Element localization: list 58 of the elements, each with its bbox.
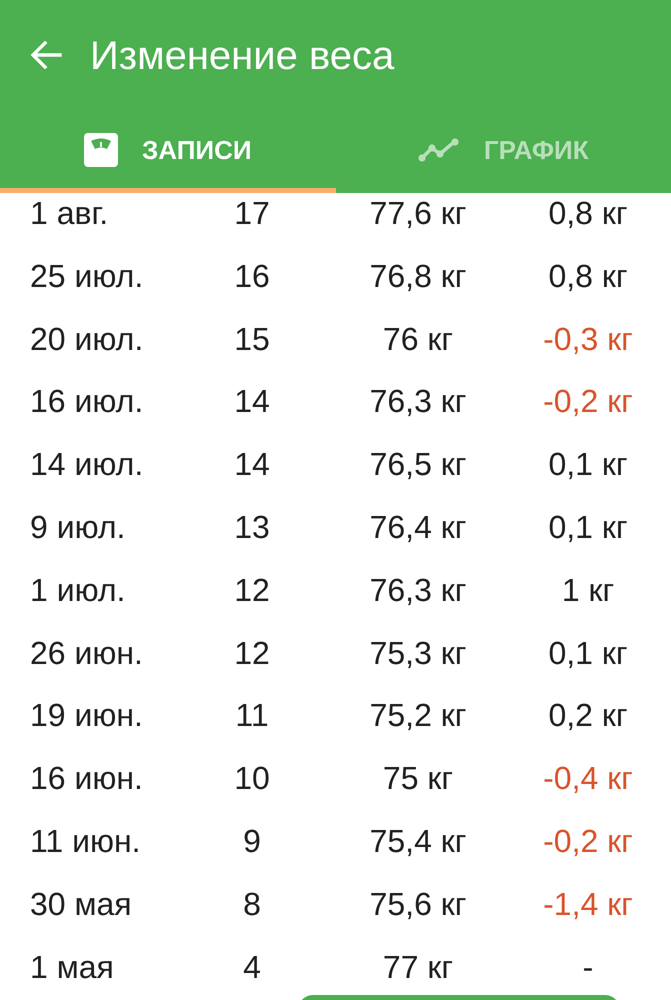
count-text: 12 [234, 572, 270, 607]
change-text: -0,2 кг [543, 384, 633, 418]
count-text: 16 [234, 258, 270, 293]
change-text: -0,2 кг [543, 824, 633, 858]
date-text: 20 июл. [30, 322, 144, 356]
count-text: 10 [234, 761, 270, 796]
count-text: 4 [243, 950, 261, 984]
date-text: 26 июн. [30, 636, 143, 670]
date-text: 30 мая [30, 886, 132, 921]
change-text: -1,4 кг [543, 886, 633, 921]
change-text: 0,8 кг [548, 258, 628, 293]
date-text: 25 июл. [30, 258, 144, 293]
weight-text: 75,4 кг [370, 824, 466, 858]
weight-text: 75,3 кг [370, 636, 466, 670]
scale-icon [84, 133, 118, 167]
weight-text: 75 кг [382, 761, 454, 796]
change-text: -0,4 кг [543, 761, 633, 796]
change-text: 0,8 кг [548, 196, 628, 230]
count-text: 17 [234, 196, 270, 230]
change-text: 0,1 кг [548, 510, 628, 544]
date-text: 16 июн. [30, 761, 143, 796]
line-chart-icon [418, 138, 460, 162]
weight-text: 75,6 кг [370, 886, 466, 921]
date-text: 1 мая [30, 950, 114, 984]
screen-title: Изменение веса [90, 33, 394, 79]
date-text: 16 июл. [30, 384, 144, 418]
count-text: 9 [243, 824, 261, 858]
date-text: 9 июл. [30, 510, 126, 544]
weight-text: 76,3 кг [370, 572, 466, 607]
count-text: 13 [234, 510, 270, 544]
weight-text: 77 кг [382, 950, 454, 984]
change-text: 1 кг [562, 572, 614, 607]
tab[interactable]: ЗАПИСИ [0, 110, 336, 193]
weight-text: 76 кг [382, 322, 454, 356]
count-text: 8 [243, 886, 261, 921]
weight-text: 75,2 кг [370, 698, 466, 732]
count-text: 15 [234, 322, 270, 356]
count-text: 11 [235, 698, 269, 732]
back-arrow-icon[interactable] [30, 41, 62, 69]
date-text: 14 июл. [30, 447, 144, 482]
change-text: -0,3 кг [543, 322, 633, 356]
change-text: 0,2 кг [548, 698, 628, 732]
weight-text: 76,3 кг [370, 384, 466, 418]
count-text: 14 [234, 447, 270, 482]
count-text: 12 [234, 636, 270, 670]
weight-text: 76,5 кг [370, 447, 466, 482]
date-text: 1 июл. [30, 572, 126, 607]
date-text: 1 авг. [30, 196, 108, 230]
weight-text: 76,4 кг [370, 510, 466, 544]
weight-text: 76,8 кг [370, 258, 466, 293]
change-text: - [582, 950, 594, 984]
date-text: 19 июн. [30, 698, 143, 732]
change-text: 0,1 кг [548, 447, 628, 482]
date-text: 11 июн. [30, 824, 141, 858]
count-text: 14 [234, 384, 270, 418]
change-text: 0,1 кг [548, 636, 628, 670]
tab[interactable]: ГРАФИК [336, 110, 671, 193]
weight-text: 77,6 кг [370, 196, 466, 230]
